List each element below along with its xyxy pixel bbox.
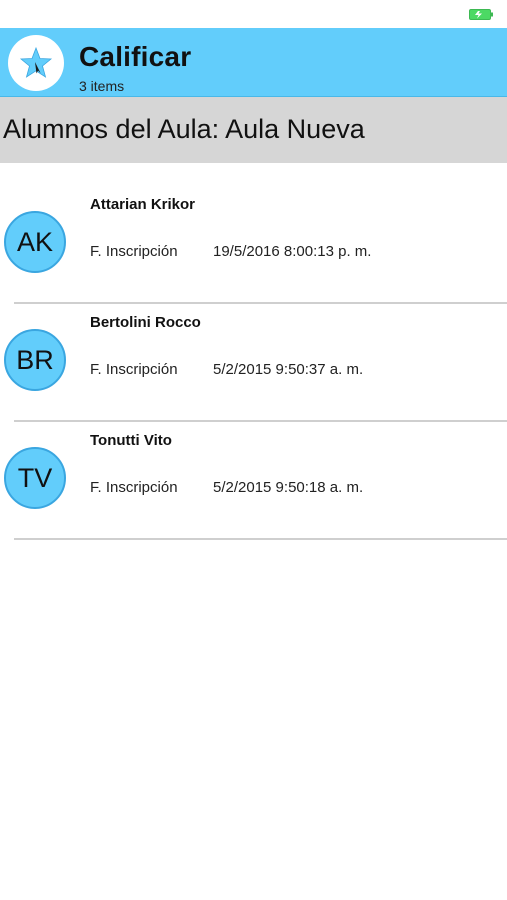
avatar: TV [4, 447, 66, 509]
student-name: Attarian Krikor [90, 196, 196, 213]
section-title: Alumnos del Aula: Aula Nueva [3, 114, 365, 144]
enrollment-label: F. Inscripción [90, 243, 178, 260]
app-logo[interactable] [8, 35, 64, 91]
items-count: 3 items [79, 78, 125, 94]
enrollment-label: F. Inscripción [90, 361, 178, 378]
enrollment-label: F. Inscripción [90, 479, 178, 496]
enrollment-date: 5/2/2015 9:50:18 a. m. [213, 479, 364, 496]
star-icon [19, 46, 53, 78]
student-list: AK Attarian Krikor F. Inscripción 19/5/2… [0, 186, 507, 540]
list-item[interactable]: AK Attarian Krikor F. Inscripción 19/5/2… [0, 186, 507, 304]
avatar: BR [4, 329, 66, 391]
enrollment-date: 19/5/2016 8:00:13 p. m. [213, 243, 372, 260]
list-item[interactable]: TV Tonutti Vito F. Inscripción 5/2/2015 … [0, 422, 507, 540]
status-bar [0, 0, 507, 28]
battery-charging-icon [469, 9, 493, 20]
student-name: Tonutti Vito [90, 432, 172, 449]
list-item[interactable]: BR Bertolini Rocco F. Inscripción 5/2/20… [0, 304, 507, 422]
divider [14, 538, 507, 540]
app-bar: Calificar 3 items [0, 28, 507, 97]
section-header: Alumnos del Aula: Aula Nueva [0, 97, 507, 163]
app-title: Calificar [79, 41, 192, 72]
enrollment-date: 5/2/2015 9:50:37 a. m. [213, 361, 364, 378]
student-name: Bertolini Rocco [90, 314, 201, 331]
avatar: AK [4, 211, 66, 273]
